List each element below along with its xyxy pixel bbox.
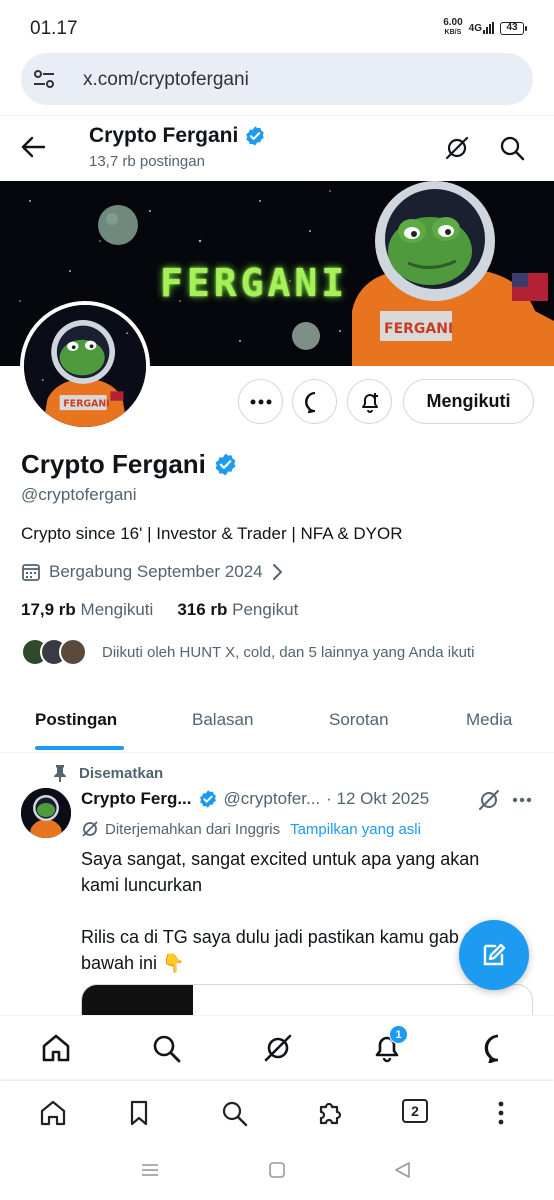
followers-count: 316 rb [177, 600, 228, 619]
post-author[interactable]: Crypto Ferg... [81, 789, 192, 809]
menu-icon[interactable] [487, 1099, 515, 1127]
browser-toolbar [0, 1081, 554, 1143]
profile-bio: Crypto since 16' | Investor & Trader | N… [21, 524, 403, 543]
status-bar: 01.17 6.00 KB/S 4G 43 [0, 0, 554, 54]
translation-row: Diterjemahkan dari Inggris Tampilkan yan… [81, 820, 421, 838]
tab-replies[interactable]: Balasan [192, 710, 253, 730]
svg-text:FERGANI: FERGANI [384, 321, 453, 337]
post-handle[interactable]: @cryptofer... [224, 789, 321, 809]
grok-icon[interactable] [444, 135, 470, 161]
status-indicators: 6.00 KB/S 4G 43 [443, 18, 527, 38]
followers-label: Pengikut [232, 600, 299, 619]
translate-icon [82, 821, 98, 837]
profile-name: Crypto Fergani [21, 449, 206, 479]
joined-date: Bergabung September 2024 [49, 562, 263, 581]
bell-plus-icon [361, 392, 378, 413]
tab-switcher-button[interactable]: 2 [402, 1099, 428, 1123]
url-bar[interactable]: x.com/cryptofergani [21, 53, 533, 105]
more-icon[interactable] [512, 797, 532, 803]
network-speed-unit: KB/S [444, 29, 462, 36]
header-name: Crypto Fergani [89, 124, 239, 147]
extensions-icon[interactable] [316, 1099, 344, 1127]
sliders-icon[interactable] [33, 69, 55, 89]
message-icon [304, 391, 315, 413]
app-bottom-nav [0, 1015, 554, 1081]
show-original-link[interactable]: Tampilkan yang asli [290, 821, 421, 838]
active-tab-indicator [35, 746, 124, 750]
banner-title: FERGANI [160, 261, 349, 305]
search-icon[interactable] [151, 1033, 181, 1063]
header-title: Crypto Fergani [89, 124, 266, 148]
network-speed: 6.00 KB/S [443, 18, 462, 38]
header-post-count: 13,7 rb postingan [89, 153, 205, 170]
system-nav-bar [0, 1143, 554, 1200]
square-icon[interactable] [267, 1160, 287, 1180]
post-date[interactable]: · 12 Okt 2025 [326, 789, 429, 809]
tab-highlights[interactable]: Sorotan [329, 710, 389, 730]
profile-name-row: Crypto Fergani [21, 449, 238, 480]
divider [0, 115, 554, 116]
following-stat[interactable]: 17,9 rb Mengikuti [21, 600, 153, 620]
home-icon[interactable] [41, 1033, 71, 1063]
calendar-icon [22, 564, 40, 581]
menu-icon[interactable] [140, 1160, 160, 1180]
home-icon[interactable] [39, 1099, 67, 1127]
notification-badge: 1 [389, 1025, 408, 1044]
profile-avatar[interactable]: FERGANI [20, 301, 150, 431]
grok-icon[interactable] [478, 789, 500, 811]
tab-posts[interactable]: Postingan [35, 710, 117, 730]
messages-icon[interactable] [483, 1033, 513, 1063]
svg-text:FERGANI: FERGANI [63, 398, 109, 409]
post-body: Saya sangat, sangat excited untuk apa ya… [81, 849, 480, 973]
compose-icon [483, 943, 506, 966]
following-label: Mengikuti [80, 600, 154, 619]
battery-icon: 43 [500, 21, 527, 35]
joined-date-row[interactable]: Bergabung September 2024 [21, 562, 283, 582]
grok-icon[interactable] [263, 1033, 293, 1063]
verified-badge-icon [215, 453, 236, 476]
followed-by-text: Diikuti oleh HUNT X, cold, dan 5 lainnya… [102, 643, 475, 661]
compose-button[interactable] [459, 920, 529, 990]
search-icon[interactable] [499, 135, 525, 161]
followed-by-row[interactable]: Diikuti oleh HUNT X, cold, dan 5 lainnya… [21, 638, 474, 666]
triangle-back-icon[interactable] [393, 1160, 413, 1180]
notifications-button[interactable] [347, 379, 392, 424]
post-avatar[interactable] [21, 788, 71, 838]
profile-handle: @cryptofergani [21, 485, 137, 504]
follow-stats: 17,9 rb Mengikuti 316 rb Pengikut [21, 600, 298, 620]
message-button[interactable] [292, 379, 337, 424]
network-speed-value: 6.00 [443, 17, 463, 28]
pinned-label-row: Disematkan [53, 764, 163, 782]
more-icon [250, 399, 271, 404]
pinned-label: Disematkan [79, 764, 164, 782]
tab-media[interactable]: Media [466, 710, 512, 730]
bookmark-icon[interactable] [125, 1099, 153, 1127]
more-options-button[interactable] [238, 379, 283, 424]
signal-icon: 4G [469, 22, 494, 34]
search-icon[interactable] [220, 1099, 248, 1127]
status-time: 01.17 [30, 18, 78, 39]
verified-badge-icon [246, 126, 265, 146]
post-header: Crypto Ferg... @cryptofer... · 12 Okt 20… [81, 789, 541, 809]
back-arrow-icon[interactable] [20, 134, 46, 160]
network-type: 4G [468, 23, 482, 34]
translated-label: Diterjemahkan dari Inggris [105, 820, 281, 838]
followers-stat[interactable]: 316 rb Pengikut [177, 600, 298, 620]
following-count: 17,9 rb [21, 600, 76, 619]
following-button[interactable]: Mengikuti [403, 379, 534, 424]
avatar [59, 638, 87, 666]
verified-badge-icon [199, 790, 216, 808]
url-text[interactable]: x.com/cryptofergani [83, 69, 249, 91]
pin-icon [54, 765, 66, 782]
chevron-right-icon [272, 564, 283, 580]
